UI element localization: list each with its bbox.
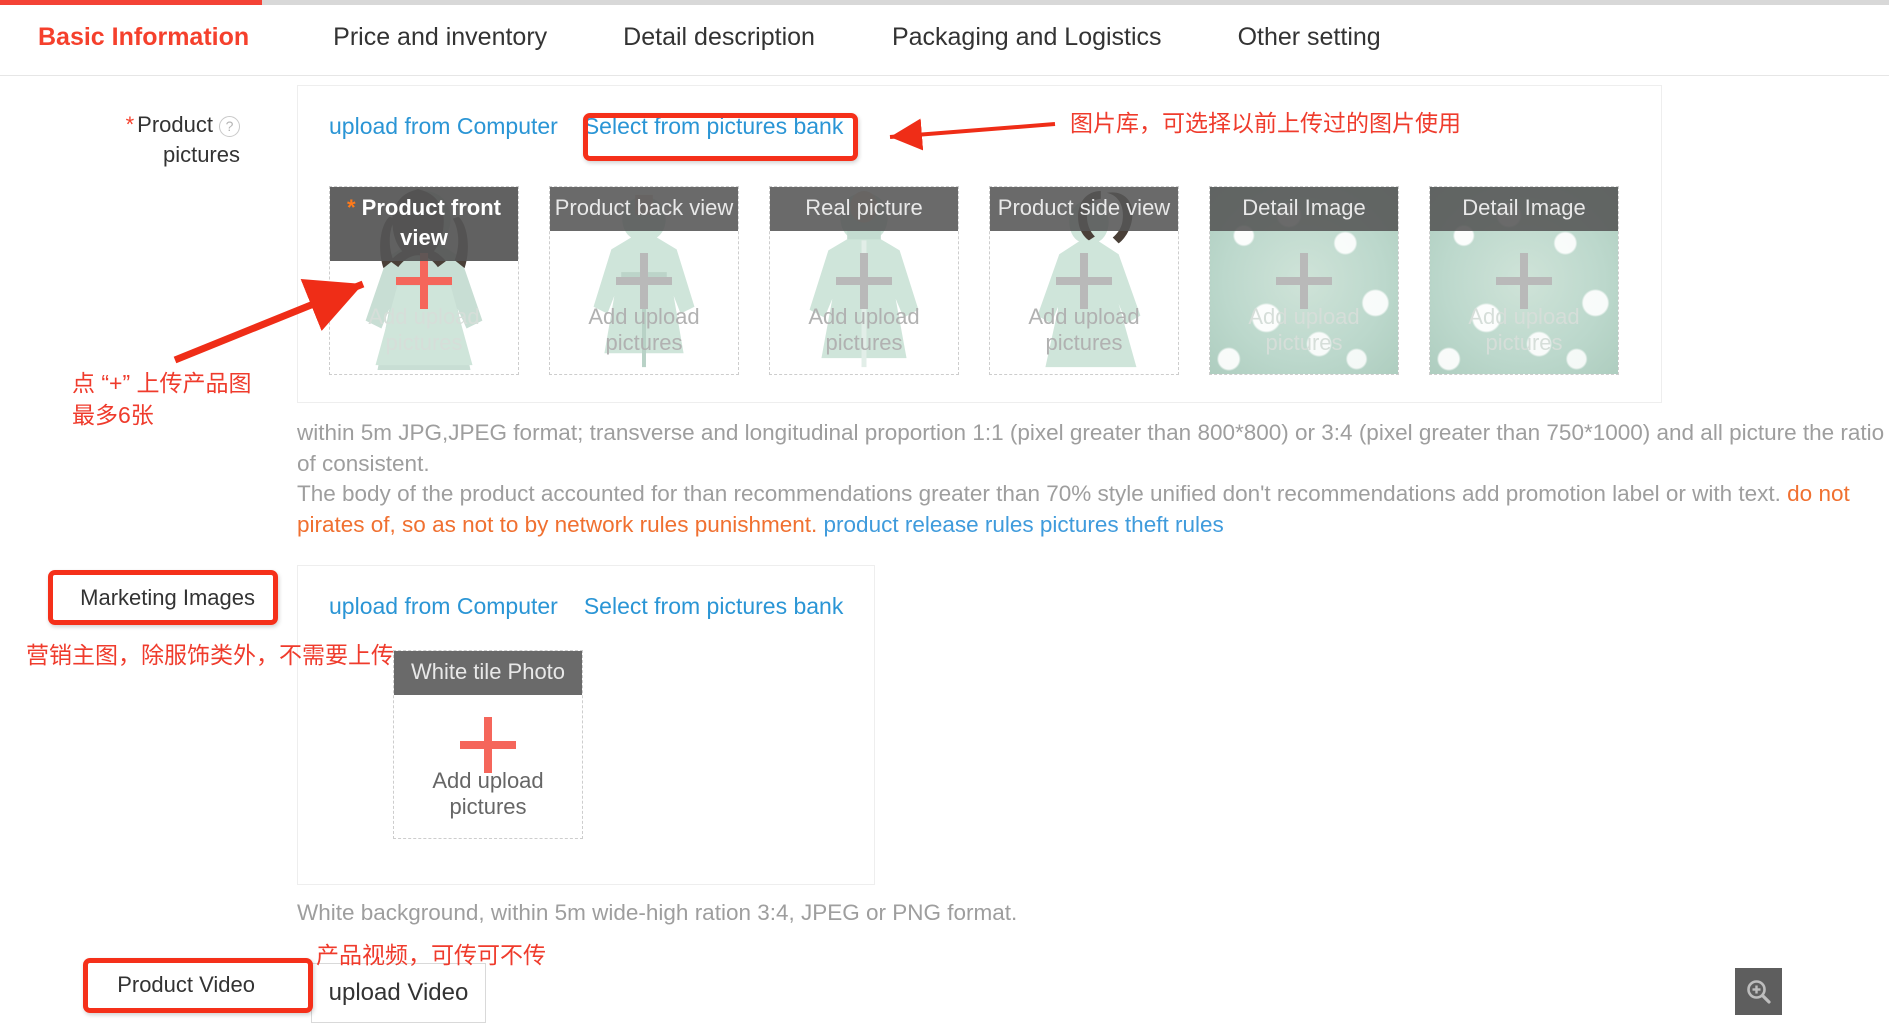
- product-pictures-label-line1: Product: [137, 112, 213, 137]
- upload-video-button[interactable]: upload Video: [311, 963, 486, 1023]
- note-line-2: of consistent.: [297, 451, 430, 476]
- add-picture-plus-icon[interactable]: [1276, 252, 1332, 309]
- marketing-images-upload-links: upload from Computer Select from pictures…: [329, 593, 843, 620]
- add-upload-pictures-text: Add upload pictures: [1248, 304, 1360, 355]
- product-pictures-thumbnail-list: * Product front view Add upload pictures …: [329, 186, 1619, 375]
- note-line-3-orange: do not: [1787, 481, 1850, 506]
- thumbnail-caption: * Product front view: [330, 187, 518, 261]
- add-picture-plus-icon[interactable]: [1496, 252, 1552, 309]
- magnifier-plus-icon[interactable]: [1735, 968, 1782, 1015]
- add-upload-pictures-text: Add upload pictures: [432, 768, 544, 819]
- thumbnail-product-back-view[interactable]: Product back view Add upload pictures: [549, 186, 739, 375]
- product-pictures-label-line2: pictures: [162, 142, 240, 167]
- thumbnail-caption: Detail Image: [1210, 187, 1398, 231]
- product-release-rules-link[interactable]: product release rules pictures theft rul…: [824, 512, 1224, 537]
- annotation-text-pictures-bank: 图片库，可选择以前上传过的图片使用: [1070, 110, 1461, 136]
- add-upload-pictures-text: Add upload pictures: [808, 304, 920, 355]
- add-picture-plus-icon[interactable]: [616, 252, 672, 309]
- thumbnail-detail-image-2[interactable]: Detail Image Add upload pictures: [1429, 186, 1619, 375]
- thumbnail-product-side-view[interactable]: Product side view Add upload pictures: [989, 186, 1179, 375]
- required-asterisk: *: [125, 112, 135, 137]
- tab-price-and-inventory[interactable]: Price and inventory: [333, 23, 547, 52]
- question-mark-icon[interactable]: ?: [219, 115, 240, 137]
- thumbnail-detail-image-1[interactable]: Detail Image Add upload pictures: [1209, 186, 1399, 375]
- add-picture-plus-icon[interactable]: [460, 716, 516, 773]
- marketing-images-note: White background, within 5m wide-high ra…: [297, 900, 1018, 925]
- thumbnail-product-front-view[interactable]: * Product front view Add upload pictures: [329, 186, 519, 375]
- thumbnail-caption: Product side view: [990, 187, 1178, 231]
- add-upload-pictures-text: Add upload pictures: [368, 304, 480, 355]
- add-upload-pictures-text: Add upload pictures: [1468, 304, 1580, 355]
- add-picture-plus-icon[interactable]: [836, 252, 892, 309]
- note-line-4-orange: pirates of, so as not to by network rule…: [297, 512, 824, 537]
- add-upload-pictures-text: Add upload pictures: [1028, 304, 1140, 355]
- marketing-images-label: Marketing Images: [80, 585, 255, 610]
- add-picture-plus-icon[interactable]: [1056, 252, 1112, 309]
- product-pictures-upload-links: upload from Computer Select from pictures…: [329, 113, 843, 140]
- tab-other-setting[interactable]: Other setting: [1238, 23, 1381, 52]
- thumbnail-caption: Product back view: [550, 187, 738, 231]
- product-pictures-note-policy: The body of the product accounted for th…: [297, 478, 1889, 540]
- product-pictures-note-format: within 5m JPG,JPEG format; transverse an…: [297, 417, 1889, 479]
- product-pictures-label: * Product? pictures: [60, 110, 240, 170]
- marketing-images-panel: upload from Computer Select from pictures…: [297, 565, 875, 885]
- note-line-3-grey: The body of the product accounted for th…: [297, 481, 1788, 506]
- annotation-text-plus-line2: 最多6张: [72, 402, 154, 428]
- caption-required-asterisk: *: [346, 195, 356, 220]
- active-tab-indicator: [0, 0, 262, 5]
- annotation-text-video: 产品视频，可传可不传: [316, 942, 546, 968]
- thumbnail-caption: Real picture: [770, 187, 958, 231]
- tab-packaging-and-logistics[interactable]: Packaging and Logistics: [892, 23, 1162, 52]
- tab-detail-description[interactable]: Detail description: [623, 23, 815, 52]
- annotation-text-plus-line1: 点 “+” 上传产品图: [72, 370, 252, 396]
- tab-bar: Basic Information Price and inventory De…: [0, 0, 1889, 76]
- thumbnail-caption: Detail Image: [1430, 187, 1618, 231]
- upload-from-computer-link[interactable]: upload from Computer: [329, 113, 558, 139]
- thumbnail-white-tile-photo[interactable]: White tile Photo Add upload pictures: [393, 650, 583, 839]
- tab-basic-information[interactable]: Basic Information: [38, 23, 249, 52]
- thumbnail-real-picture[interactable]: Real picture Add upload pictures: [769, 186, 959, 375]
- select-from-pictures-bank-link[interactable]: Select from pictures bank: [584, 113, 844, 139]
- product-video-label: Product Video: [117, 972, 255, 997]
- product-listing-page: Basic Information Price and inventory De…: [0, 0, 1889, 1023]
- upload-from-computer-link[interactable]: upload from Computer: [329, 593, 558, 619]
- note-line-1: within 5m JPG,JPEG format; transverse an…: [297, 420, 1885, 445]
- thumbnail-caption: White tile Photo: [394, 651, 582, 695]
- tab-bar-top-divider: [262, 0, 1889, 5]
- add-upload-pictures-text: Add upload pictures: [588, 304, 700, 355]
- annotation-text-marketing: 营销主图，除服饰类外，不需要上传: [26, 642, 394, 668]
- select-from-pictures-bank-link[interactable]: Select from pictures bank: [584, 593, 844, 619]
